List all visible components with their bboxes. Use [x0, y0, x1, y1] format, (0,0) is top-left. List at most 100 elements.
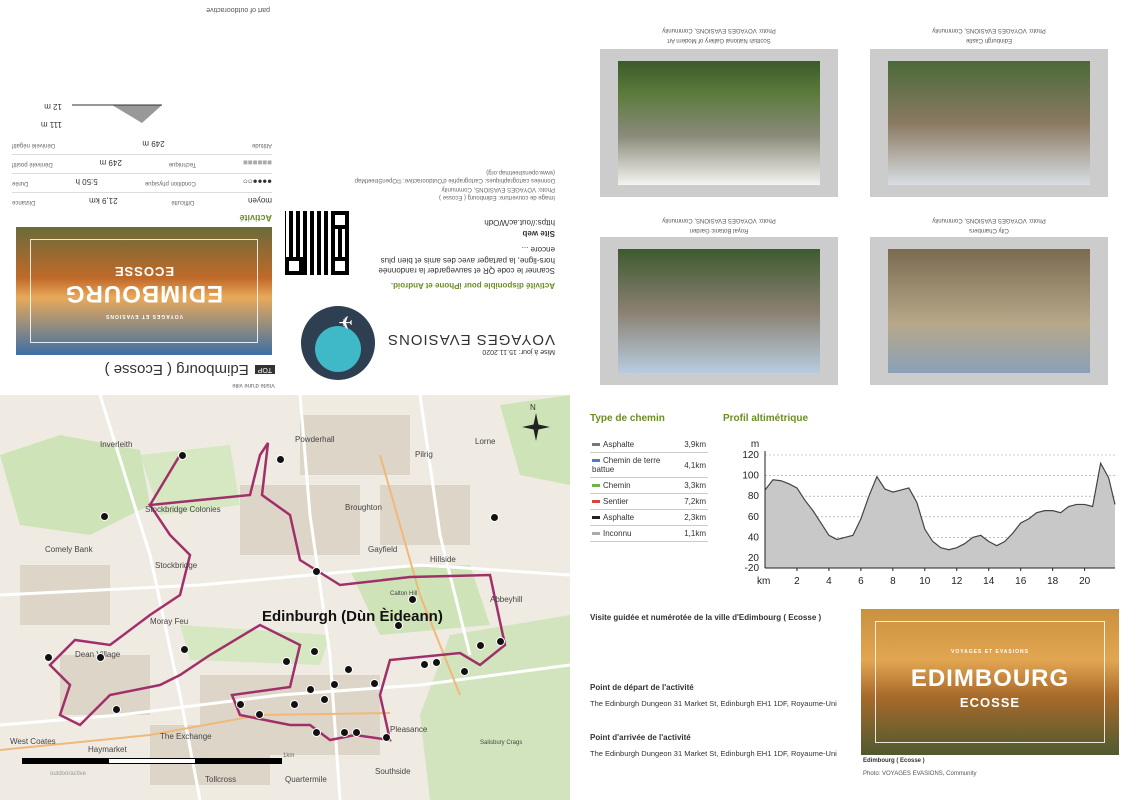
- activity-title: Edimbourg ( Ecosse ): [104, 361, 249, 378]
- photo-caption-castle: Edinburgh Castle: [965, 37, 1013, 43]
- poi-marker[interactable]: [312, 728, 321, 737]
- map-label-powderhall: Powderhall: [295, 435, 335, 444]
- map-label-tollcross: Tollcross: [205, 775, 237, 784]
- poi-marker[interactable]: [282, 657, 291, 666]
- start-address: The Edinburgh Dungeon 31 Market St, Edin…: [590, 699, 837, 708]
- path-type-label: Asphalte: [603, 440, 635, 449]
- descent-label: Dénivelé négatif: [12, 142, 56, 148]
- credits-map: Données cartographiques: Cartographie d'…: [354, 177, 555, 184]
- descent-value: 249 m: [142, 139, 165, 148]
- brochure-page: part of outdooractive Visite d'une ville…: [0, 0, 1140, 800]
- elevation-area: [765, 463, 1115, 568]
- poi-marker[interactable]: [344, 665, 353, 674]
- poi-marker[interactable]: [394, 621, 403, 630]
- path-type-swatch: [592, 532, 600, 536]
- poi-marker[interactable]: [420, 660, 429, 669]
- path-type-value: 1,1km: [682, 525, 708, 542]
- x-tick-label: 2: [794, 576, 800, 587]
- x-tick-label: 14: [983, 576, 995, 587]
- difficulty-label: Difficulté: [171, 199, 195, 205]
- condition-label: Condition physique: [144, 180, 196, 186]
- poi-marker[interactable]: [320, 695, 329, 704]
- poi-marker[interactable]: [340, 728, 349, 737]
- ascent-value: 249 m: [99, 158, 122, 167]
- poi-marker[interactable]: [408, 595, 417, 604]
- photo-credit-gallery: Photo: VOYAGES EVASIONS, Community: [662, 27, 776, 33]
- start-heading: Point de départ de l'activité: [590, 683, 694, 692]
- poi-marker[interactable]: [460, 667, 469, 676]
- condition-dots: ●●●●○○: [243, 177, 272, 186]
- photo-card-botanic: [600, 237, 838, 385]
- duration-value: 5:50 h: [75, 177, 98, 186]
- brand-name: VOYAGES EVASIONS: [387, 331, 555, 348]
- map-label-inverleith: Inverleith: [100, 440, 133, 449]
- update-date: Mise à jour: 15.11.2020: [482, 348, 555, 355]
- map-label-lorne: Lorne: [475, 437, 496, 446]
- poi-marker[interactable]: [96, 653, 105, 662]
- scale-bar: [22, 758, 282, 764]
- poi-marker[interactable]: [44, 653, 53, 662]
- y-tick-label: 100: [742, 471, 759, 482]
- duration-label: Durée: [12, 180, 29, 186]
- y-tick-label: -20: [745, 563, 760, 574]
- poi-marker[interactable]: [312, 567, 321, 576]
- y-tick-label: 20: [748, 553, 760, 564]
- credits-cover: Image de couverture: Edimbourg ( Ecosse …: [438, 194, 555, 200]
- poi-marker[interactable]: [476, 641, 485, 650]
- credits-photo: Photo: VOYAGES EVASIONS, Community: [441, 185, 555, 192]
- map-label-moray-feu: Moray Feu: [150, 617, 189, 626]
- credits-osm: (www.openstreetmap.org): [486, 168, 555, 175]
- route-cover-subtitle: ECOSSE: [959, 695, 1021, 710]
- poi-marker[interactable]: [330, 680, 339, 689]
- path-type-swatch: [592, 500, 600, 504]
- map-label-southside: Southside: [375, 767, 411, 776]
- poi-marker[interactable]: [112, 705, 121, 714]
- path-type-table: Asphalte 3,9km Chemin de terre battue 4,1km…: [590, 437, 708, 542]
- poi-marker[interactable]: [236, 700, 245, 709]
- photo-card-gallery: [600, 49, 838, 197]
- poi-marker[interactable]: [496, 637, 505, 646]
- poi-marker[interactable]: [100, 512, 109, 521]
- photo-credit-castle: Photo: VOYAGES EVASIONS, Community: [932, 27, 1046, 33]
- path-type-label: Chemin de terre battue: [592, 456, 661, 474]
- path-type-row: Sentier 7,2km: [590, 493, 708, 510]
- x-tick-label: 12: [951, 576, 963, 587]
- map-label-pleasance: Pleasance: [390, 725, 428, 734]
- path-type-value: 4,1km: [682, 452, 708, 478]
- poi-marker[interactable]: [382, 733, 391, 742]
- map-label-west-coates: West Coates: [10, 737, 56, 746]
- poi-marker[interactable]: [290, 700, 299, 709]
- north-arrow-icon: N: [522, 403, 550, 441]
- qr-code[interactable]: [285, 211, 349, 275]
- site-label: Site web: [522, 228, 555, 238]
- route-map[interactable]: Inverleith Powderhall Lorne Pilrig Stock…: [0, 395, 570, 800]
- poi-marker[interactable]: [310, 647, 319, 656]
- poi-marker[interactable]: [432, 658, 441, 667]
- y-tick-label: 120: [742, 450, 759, 461]
- stats-heading: Activité: [239, 213, 272, 223]
- poi-marker[interactable]: [178, 451, 187, 460]
- map-label-the-exchange: The Exchange: [160, 732, 212, 741]
- end-heading: Point d'arrivée de l'activité: [590, 733, 691, 742]
- poi-marker[interactable]: [370, 679, 379, 688]
- map-label-gayfield: Gayfield: [368, 545, 398, 554]
- poi-marker[interactable]: [306, 685, 315, 694]
- distance-value: 21,9 km: [89, 196, 118, 205]
- map-city-label: Edinburgh (Dùn Èideann): [262, 608, 443, 625]
- site-url[interactable]: https://out.ac/WOdh: [359, 217, 555, 227]
- stats-block: Activité moyen Difficulté 21,9 km Distan…: [12, 99, 272, 223]
- path-type-row: Chemin 3,3km: [590, 477, 708, 494]
- poi-marker[interactable]: [490, 513, 499, 522]
- path-type-swatch: [592, 459, 600, 463]
- route-title: Visite guidée et numérotée de la ville d…: [590, 613, 822, 622]
- path-type-value: 3,3km: [682, 477, 708, 494]
- photo-caption-botanic: Royal Botanic Garden: [689, 227, 749, 233]
- x-tick-label: 10: [919, 576, 931, 587]
- poi-marker[interactable]: [255, 710, 264, 719]
- app-heading: Activité disponible pour iPhone et Andro…: [390, 281, 555, 290]
- path-type-row: Asphalte 2,3km: [590, 509, 708, 526]
- poi-marker[interactable]: [180, 645, 189, 654]
- poi-marker[interactable]: [352, 728, 361, 737]
- poi-marker[interactable]: [276, 455, 285, 464]
- path-type-row: Inconnu 1,1km: [590, 525, 708, 542]
